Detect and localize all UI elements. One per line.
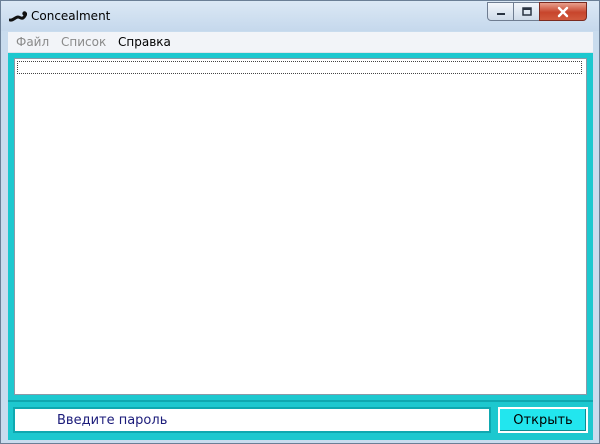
open-button[interactable]: Открыть: [498, 407, 588, 433]
bottom-panel: Открыть: [8, 400, 593, 440]
menu-help[interactable]: Справка: [118, 35, 171, 49]
close-button[interactable]: [539, 2, 587, 21]
maximize-button[interactable]: [513, 2, 540, 21]
menu-list[interactable]: Список: [61, 35, 106, 49]
text-area[interactable]: [14, 58, 587, 395]
app-window: Concealment Файл Список Справка Введите …: [0, 0, 600, 444]
snake-app-icon: [9, 11, 27, 22]
focus-line: [17, 61, 582, 74]
menu-bar: Файл Список Справка: [8, 32, 593, 53]
close-icon: [557, 6, 569, 17]
password-input[interactable]: [13, 407, 491, 433]
window-title: Concealment: [31, 9, 111, 23]
title-bar[interactable]: Concealment: [1, 1, 599, 31]
minimize-button[interactable]: [487, 2, 514, 21]
client-area: Открыть: [8, 53, 593, 440]
menu-file[interactable]: Файл: [16, 35, 49, 49]
maximize-icon: [521, 6, 532, 16]
minimize-icon: [496, 12, 505, 15]
